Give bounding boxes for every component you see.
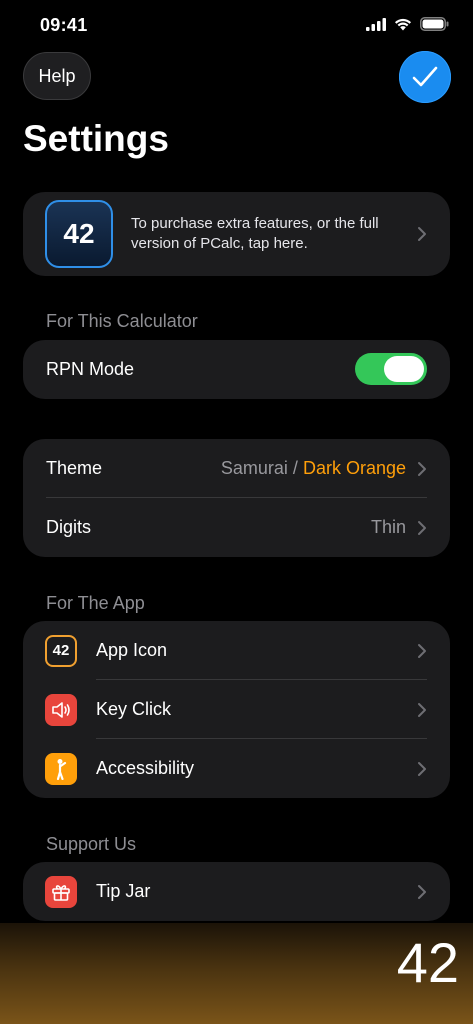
chevron-right-icon bbox=[418, 461, 426, 476]
tip-jar-label: Tip Jar bbox=[96, 881, 151, 901]
status-time: 09:41 bbox=[40, 15, 88, 35]
key-click-label: Key Click bbox=[96, 699, 172, 719]
digits-label: Digits bbox=[46, 517, 92, 537]
tip-jar-row[interactable]: Tip Jar bbox=[23, 862, 450, 921]
purchase-banner[interactable]: 42 To purchase extra features, or the fu… bbox=[23, 192, 450, 276]
purchase-text: To purchase extra features, or the full … bbox=[131, 215, 379, 252]
digits-value: Thin bbox=[370, 517, 406, 537]
accessibility-icon bbox=[45, 752, 77, 785]
app-icon-row[interactable]: 42 App Icon bbox=[23, 621, 450, 680]
section-header-app: For The App bbox=[46, 593, 145, 613]
chevron-right-icon bbox=[418, 884, 426, 899]
section-header-support: Support Us bbox=[46, 834, 137, 854]
support-group: Tip Jar bbox=[23, 862, 450, 921]
help-button[interactable]: Help bbox=[23, 52, 91, 100]
theme-label: Theme bbox=[46, 458, 103, 478]
signal-icon bbox=[366, 17, 386, 31]
checkmark-icon bbox=[412, 66, 438, 87]
key-click-row[interactable]: Key Click bbox=[23, 680, 450, 739]
chevron-right-icon bbox=[418, 702, 426, 717]
chevron-right-icon bbox=[418, 643, 426, 658]
calculator-display: 42 bbox=[396, 931, 459, 994]
app-icon-text: 42 bbox=[52, 642, 70, 659]
pcalc-logo-icon: 42 bbox=[45, 200, 113, 268]
accessibility-label: Accessibility bbox=[96, 758, 195, 778]
section-header-calculator: For This Calculator bbox=[46, 311, 198, 331]
app-icon-label: App Icon bbox=[96, 640, 168, 660]
rpn-mode-label: RPN Mode bbox=[46, 359, 135, 379]
status-bar: 09:41 bbox=[0, 0, 473, 50]
chevron-right-icon bbox=[418, 520, 426, 535]
theme-value: Samurai / Dark Orange bbox=[221, 458, 406, 479]
wifi-icon bbox=[395, 18, 411, 30]
rpn-mode-row: RPN Mode bbox=[23, 340, 450, 399]
theme-accent: Dark Orange bbox=[302, 458, 406, 478]
speaker-icon bbox=[45, 693, 77, 726]
calculator-settings-group: RPN Mode bbox=[23, 340, 450, 399]
digits-row[interactable]: Digits Thin bbox=[23, 498, 450, 557]
chevron-right-icon bbox=[418, 761, 426, 776]
theme-row[interactable]: Theme Samurai / Dark Orange bbox=[23, 439, 450, 498]
status-icons bbox=[366, 17, 449, 31]
page-title: Settings bbox=[23, 118, 169, 159]
done-button[interactable] bbox=[399, 51, 451, 103]
gift-icon bbox=[45, 875, 77, 908]
battery-icon bbox=[420, 17, 449, 31]
theme-name: Samurai / bbox=[220, 458, 298, 478]
appearance-group: Theme Samurai / Dark Orange Digits Thin bbox=[23, 439, 450, 557]
app-icon-42: 42 bbox=[45, 634, 77, 667]
toggle-knob bbox=[384, 356, 424, 382]
accessibility-row[interactable]: Accessibility bbox=[23, 739, 450, 798]
rpn-mode-toggle[interactable] bbox=[355, 353, 427, 385]
app-settings-group: 42 App Icon Key Click Accessibility bbox=[23, 621, 450, 798]
chevron-right-icon bbox=[418, 227, 426, 241]
